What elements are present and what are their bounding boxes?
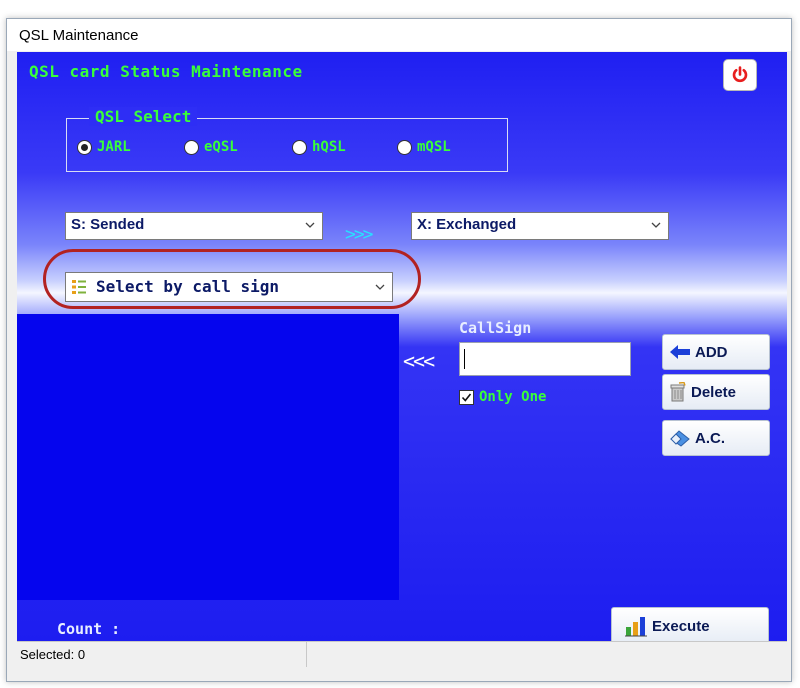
radio-button[interactable] bbox=[184, 139, 199, 155]
radio-label: eQSL bbox=[204, 139, 238, 155]
qsl-maintenance-window: QSL Maintenance QSL card Status Maintena… bbox=[6, 18, 792, 682]
radio-button[interactable] bbox=[77, 139, 92, 155]
only-one-checkbox[interactable] bbox=[459, 389, 474, 405]
qsl-select-group: QSL Select JARL eQSL hQSL mQSL bbox=[66, 107, 508, 172]
chevron-down-icon bbox=[305, 222, 315, 228]
add-button[interactable]: ADD bbox=[662, 334, 770, 370]
callsign-list[interactable] bbox=[17, 314, 399, 600]
ac-label: A.C. bbox=[695, 429, 725, 447]
callsign-input[interactable] bbox=[459, 342, 631, 376]
checkmark-icon bbox=[461, 393, 472, 402]
only-one-label: Only One bbox=[479, 389, 547, 405]
status-to-select[interactable]: X: Exchanged bbox=[411, 212, 669, 240]
status-to-value: X: Exchanged bbox=[417, 216, 517, 233]
power-button[interactable] bbox=[723, 59, 757, 91]
radio-hqsl[interactable]: hQSL bbox=[292, 139, 346, 155]
status-from-value: S: Sended bbox=[71, 216, 145, 233]
main-panel: QSL card Status Maintenance QSL Select J… bbox=[17, 52, 787, 654]
execute-label: Execute bbox=[652, 617, 710, 635]
power-icon bbox=[732, 66, 748, 83]
chevron-down-icon bbox=[651, 222, 661, 228]
text-caret bbox=[464, 349, 465, 369]
selected-count: Selected: 0 bbox=[20, 647, 86, 662]
chevron-down-icon bbox=[375, 284, 385, 290]
title-bar: QSL Maintenance bbox=[7, 19, 791, 51]
list-icon bbox=[72, 280, 86, 294]
radio-jarl[interactable]: JARL bbox=[77, 139, 131, 155]
status-bar: Selected: 0 bbox=[17, 641, 787, 667]
radio-label: hQSL bbox=[312, 139, 346, 155]
delete-label: Delete bbox=[691, 383, 737, 401]
radio-button[interactable] bbox=[292, 139, 307, 155]
count-label: Count : bbox=[57, 620, 121, 638]
execute-button[interactable]: Execute bbox=[611, 607, 769, 645]
eraser-icon bbox=[669, 429, 691, 447]
add-label: ADD bbox=[695, 343, 728, 361]
arrow-left-icon bbox=[669, 344, 691, 360]
select-mode-value: Select by call sign bbox=[96, 277, 280, 296]
trash-icon bbox=[669, 382, 687, 402]
radio-label: mQSL bbox=[417, 139, 451, 155]
radio-button[interactable] bbox=[397, 139, 412, 155]
execute-icon bbox=[624, 615, 648, 637]
callsign-label: CallSign bbox=[459, 319, 532, 337]
select-mode-dropdown[interactable]: Select by call sign bbox=[65, 272, 393, 302]
status-from-select[interactable]: S: Sended bbox=[65, 212, 323, 240]
radio-label: JARL bbox=[97, 139, 131, 155]
only-one-checkbox-row[interactable]: Only One bbox=[459, 389, 546, 405]
radio-eqsl[interactable]: eQSL bbox=[184, 139, 238, 155]
status-bar-cell: Selected: 0 bbox=[17, 642, 307, 667]
delete-button[interactable]: Delete bbox=[662, 374, 770, 410]
qsl-select-legend: QSL Select bbox=[89, 107, 198, 126]
arrow-right-indicator: >>> bbox=[345, 224, 373, 245]
ac-button[interactable]: A.C. bbox=[662, 420, 770, 456]
radio-mqsl[interactable]: mQSL bbox=[397, 139, 451, 155]
window-title: QSL Maintenance bbox=[19, 27, 139, 44]
page-title: QSL card Status Maintenance bbox=[29, 62, 303, 81]
arrow-left-button[interactable]: <<< bbox=[403, 349, 435, 373]
